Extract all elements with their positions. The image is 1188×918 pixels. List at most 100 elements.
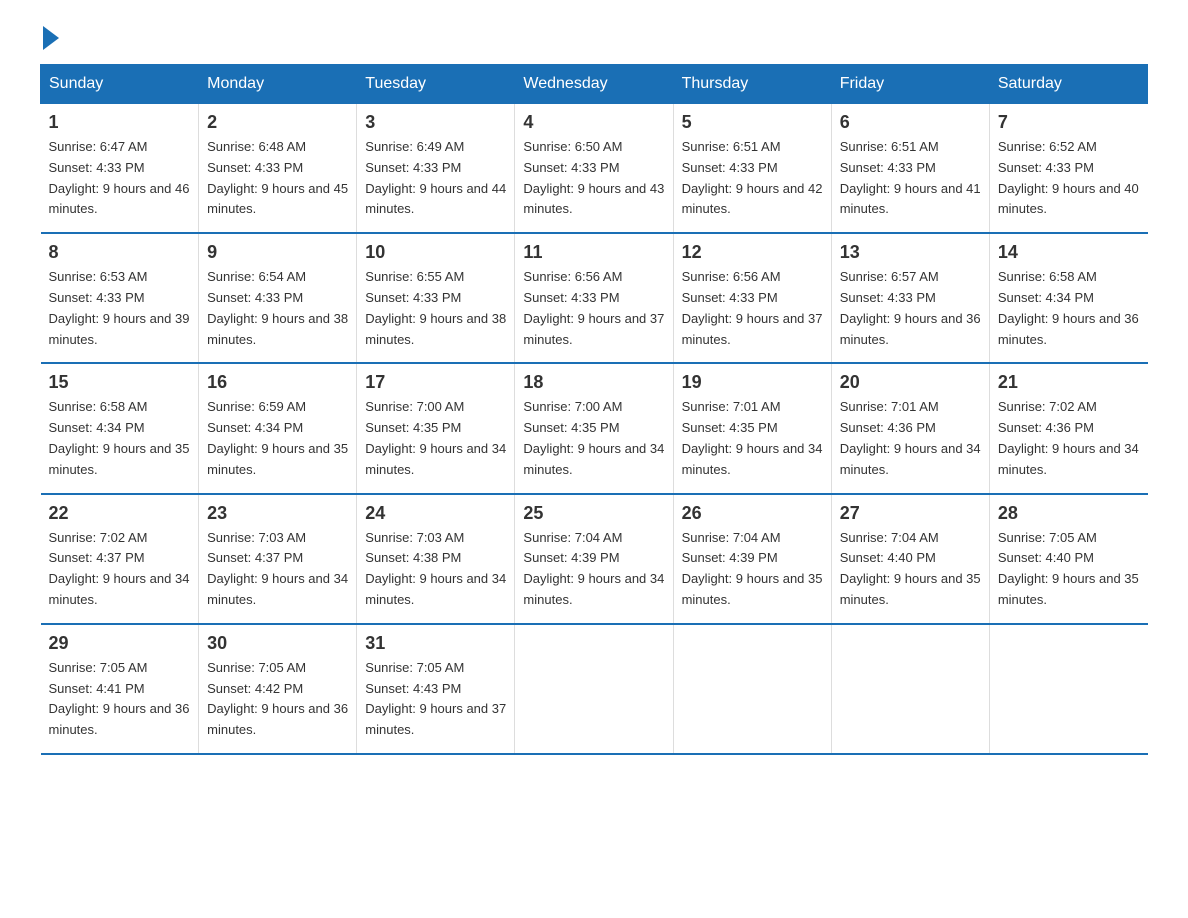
sunrise-text: Sunrise: 7:05 AM (998, 530, 1097, 545)
sunset-text: Sunset: 4:39 PM (682, 550, 778, 565)
week-row-5: 29 Sunrise: 7:05 AM Sunset: 4:41 PM Dayl… (41, 624, 1148, 754)
sunset-text: Sunset: 4:38 PM (365, 550, 461, 565)
column-header-monday: Monday (199, 65, 357, 104)
day-number: 12 (682, 242, 823, 263)
day-info: Sunrise: 7:02 AM Sunset: 4:37 PM Dayligh… (49, 528, 191, 611)
sunrise-text: Sunrise: 7:00 AM (365, 399, 464, 414)
sunset-text: Sunset: 4:35 PM (523, 420, 619, 435)
sunset-text: Sunset: 4:33 PM (523, 290, 619, 305)
daylight-text: Daylight: 9 hours and 34 minutes. (365, 441, 506, 477)
calendar-cell: 31 Sunrise: 7:05 AM Sunset: 4:43 PM Dayl… (357, 624, 515, 754)
sunset-text: Sunset: 4:33 PM (523, 160, 619, 175)
calendar-cell: 11 Sunrise: 6:56 AM Sunset: 4:33 PM Dayl… (515, 233, 673, 363)
sunset-text: Sunset: 4:34 PM (49, 420, 145, 435)
day-info: Sunrise: 7:01 AM Sunset: 4:36 PM Dayligh… (840, 397, 981, 480)
day-number: 8 (49, 242, 191, 263)
sunset-text: Sunset: 4:37 PM (49, 550, 145, 565)
sunrise-text: Sunrise: 6:53 AM (49, 269, 148, 284)
column-header-thursday: Thursday (673, 65, 831, 104)
column-header-tuesday: Tuesday (357, 65, 515, 104)
daylight-text: Daylight: 9 hours and 34 minutes. (682, 441, 823, 477)
day-number: 9 (207, 242, 348, 263)
day-info: Sunrise: 7:03 AM Sunset: 4:37 PM Dayligh… (207, 528, 348, 611)
day-info: Sunrise: 6:49 AM Sunset: 4:33 PM Dayligh… (365, 137, 506, 220)
column-header-wednesday: Wednesday (515, 65, 673, 104)
day-info: Sunrise: 7:02 AM Sunset: 4:36 PM Dayligh… (998, 397, 1140, 480)
sunset-text: Sunset: 4:33 PM (840, 160, 936, 175)
daylight-text: Daylight: 9 hours and 42 minutes. (682, 181, 823, 217)
sunrise-text: Sunrise: 7:03 AM (207, 530, 306, 545)
sunset-text: Sunset: 4:33 PM (365, 160, 461, 175)
day-info: Sunrise: 6:50 AM Sunset: 4:33 PM Dayligh… (523, 137, 664, 220)
day-number: 2 (207, 112, 348, 133)
day-info: Sunrise: 6:57 AM Sunset: 4:33 PM Dayligh… (840, 267, 981, 350)
day-info: Sunrise: 7:03 AM Sunset: 4:38 PM Dayligh… (365, 528, 506, 611)
day-info: Sunrise: 6:48 AM Sunset: 4:33 PM Dayligh… (207, 137, 348, 220)
sunset-text: Sunset: 4:40 PM (998, 550, 1094, 565)
sunset-text: Sunset: 4:33 PM (207, 290, 303, 305)
day-number: 11 (523, 242, 664, 263)
day-number: 31 (365, 633, 506, 654)
calendar-cell: 5 Sunrise: 6:51 AM Sunset: 4:33 PM Dayli… (673, 104, 831, 234)
day-info: Sunrise: 6:55 AM Sunset: 4:33 PM Dayligh… (365, 267, 506, 350)
daylight-text: Daylight: 9 hours and 34 minutes. (49, 571, 190, 607)
sunrise-text: Sunrise: 6:57 AM (840, 269, 939, 284)
day-info: Sunrise: 7:05 AM Sunset: 4:42 PM Dayligh… (207, 658, 348, 741)
calendar-cell: 23 Sunrise: 7:03 AM Sunset: 4:37 PM Dayl… (199, 494, 357, 624)
sunrise-text: Sunrise: 6:55 AM (365, 269, 464, 284)
calendar-cell: 22 Sunrise: 7:02 AM Sunset: 4:37 PM Dayl… (41, 494, 199, 624)
sunset-text: Sunset: 4:43 PM (365, 681, 461, 696)
day-number: 20 (840, 372, 981, 393)
daylight-text: Daylight: 9 hours and 41 minutes. (840, 181, 981, 217)
calendar-cell: 10 Sunrise: 6:55 AM Sunset: 4:33 PM Dayl… (357, 233, 515, 363)
sunset-text: Sunset: 4:33 PM (840, 290, 936, 305)
week-row-2: 8 Sunrise: 6:53 AM Sunset: 4:33 PM Dayli… (41, 233, 1148, 363)
calendar-cell: 25 Sunrise: 7:04 AM Sunset: 4:39 PM Dayl… (515, 494, 673, 624)
sunrise-text: Sunrise: 6:51 AM (682, 139, 781, 154)
day-number: 1 (49, 112, 191, 133)
daylight-text: Daylight: 9 hours and 38 minutes. (365, 311, 506, 347)
day-number: 18 (523, 372, 664, 393)
day-info: Sunrise: 7:04 AM Sunset: 4:40 PM Dayligh… (840, 528, 981, 611)
calendar-cell: 6 Sunrise: 6:51 AM Sunset: 4:33 PM Dayli… (831, 104, 989, 234)
sunrise-text: Sunrise: 7:04 AM (523, 530, 622, 545)
day-number: 21 (998, 372, 1140, 393)
calendar-cell: 28 Sunrise: 7:05 AM Sunset: 4:40 PM Dayl… (989, 494, 1147, 624)
daylight-text: Daylight: 9 hours and 36 minutes. (49, 701, 190, 737)
day-number: 14 (998, 242, 1140, 263)
week-row-1: 1 Sunrise: 6:47 AM Sunset: 4:33 PM Dayli… (41, 104, 1148, 234)
calendar-table: SundayMondayTuesdayWednesdayThursdayFrid… (40, 64, 1148, 755)
sunset-text: Sunset: 4:42 PM (207, 681, 303, 696)
sunset-text: Sunset: 4:33 PM (49, 290, 145, 305)
calendar-cell: 7 Sunrise: 6:52 AM Sunset: 4:33 PM Dayli… (989, 104, 1147, 234)
calendar-cell: 17 Sunrise: 7:00 AM Sunset: 4:35 PM Dayl… (357, 363, 515, 493)
day-number: 16 (207, 372, 348, 393)
sunrise-text: Sunrise: 6:49 AM (365, 139, 464, 154)
sunset-text: Sunset: 4:35 PM (365, 420, 461, 435)
daylight-text: Daylight: 9 hours and 35 minutes. (49, 441, 190, 477)
column-header-sunday: Sunday (41, 65, 199, 104)
daylight-text: Daylight: 9 hours and 44 minutes. (365, 181, 506, 217)
day-number: 26 (682, 503, 823, 524)
calendar-cell: 16 Sunrise: 6:59 AM Sunset: 4:34 PM Dayl… (199, 363, 357, 493)
daylight-text: Daylight: 9 hours and 38 minutes. (207, 311, 348, 347)
daylight-text: Daylight: 9 hours and 35 minutes. (207, 441, 348, 477)
day-number: 23 (207, 503, 348, 524)
sunset-text: Sunset: 4:40 PM (840, 550, 936, 565)
sunset-text: Sunset: 4:33 PM (682, 290, 778, 305)
day-number: 15 (49, 372, 191, 393)
day-info: Sunrise: 6:58 AM Sunset: 4:34 PM Dayligh… (49, 397, 191, 480)
sunrise-text: Sunrise: 7:04 AM (682, 530, 781, 545)
day-number: 7 (998, 112, 1140, 133)
day-info: Sunrise: 7:05 AM Sunset: 4:41 PM Dayligh… (49, 658, 191, 741)
day-info: Sunrise: 6:59 AM Sunset: 4:34 PM Dayligh… (207, 397, 348, 480)
day-number: 10 (365, 242, 506, 263)
calendar-cell: 19 Sunrise: 7:01 AM Sunset: 4:35 PM Dayl… (673, 363, 831, 493)
calendar-cell: 20 Sunrise: 7:01 AM Sunset: 4:36 PM Dayl… (831, 363, 989, 493)
day-number: 17 (365, 372, 506, 393)
day-info: Sunrise: 6:47 AM Sunset: 4:33 PM Dayligh… (49, 137, 191, 220)
calendar-cell: 2 Sunrise: 6:48 AM Sunset: 4:33 PM Dayli… (199, 104, 357, 234)
logo (40, 30, 59, 44)
calendar-cell: 12 Sunrise: 6:56 AM Sunset: 4:33 PM Dayl… (673, 233, 831, 363)
sunset-text: Sunset: 4:34 PM (998, 290, 1094, 305)
